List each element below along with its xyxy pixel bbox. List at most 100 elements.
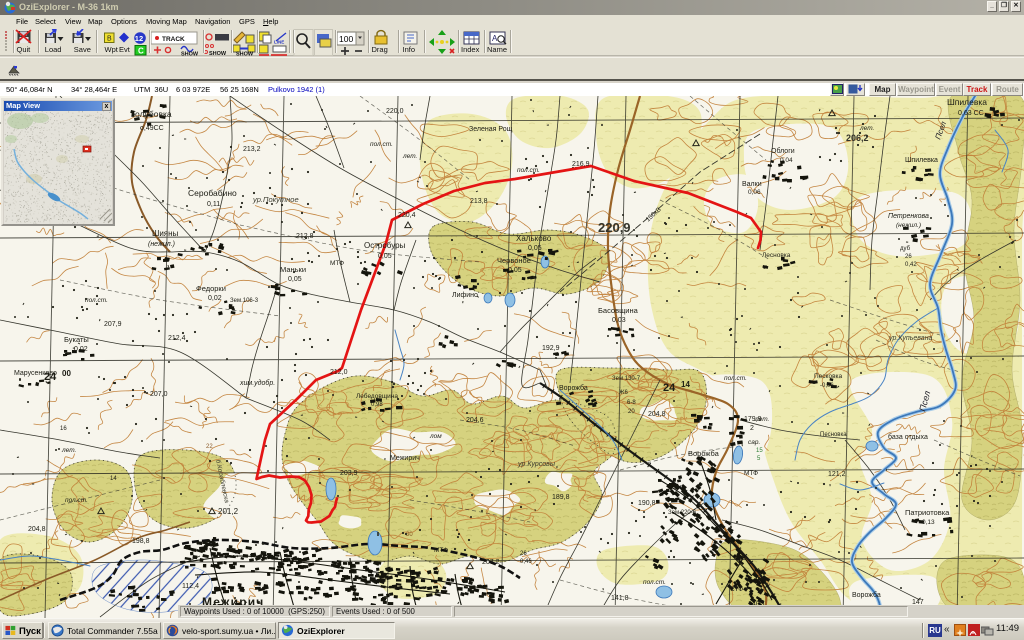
svg-text:26: 26	[520, 551, 527, 557]
svg-text:14: 14	[681, 380, 690, 389]
svg-text:207,0: 207,0	[150, 391, 168, 398]
svg-text:Облоги: Облоги	[771, 147, 795, 155]
svg-text:(нежил.): (нежил.)	[148, 241, 175, 248]
svg-text:212,4: 212,4	[168, 335, 186, 342]
svg-text:Шияны: Шияны	[152, 229, 179, 238]
svg-text:о,49СС: о,49СС	[140, 125, 164, 132]
svg-text:B: B	[107, 36, 112, 43]
svg-text:0,02: 0,02	[208, 295, 222, 302]
svg-text:Песковка: Песковка	[814, 373, 843, 380]
svg-text:15: 15	[756, 448, 763, 454]
svg-text:0,98: 0,98	[371, 402, 383, 408]
svg-text:Ворожба: Ворожба	[852, 591, 881, 599]
svg-text:0,05: 0,05	[378, 253, 392, 260]
svg-text:192,9: 192,9	[542, 345, 560, 352]
svg-text:207,2: 207,2	[482, 559, 500, 566]
svg-text:пол.ст.: пол.ст.	[517, 167, 540, 174]
svg-text:пол.ст.: пол.ст.	[65, 497, 88, 504]
svg-text:Межирич: Межирич	[390, 455, 420, 462]
svg-text:Ж6: Ж6	[619, 390, 629, 396]
svg-text:26: 26	[905, 254, 912, 260]
svg-text:МТФ: МТФ	[744, 470, 758, 477]
svg-text:Патриотовка: Патриотовка	[905, 508, 950, 517]
svg-text:220,9: 220,9	[598, 220, 631, 235]
svg-text:пол.ст.: пол.ст.	[643, 579, 666, 586]
svg-text:24: 24	[663, 382, 676, 394]
svg-text:22: 22	[206, 444, 213, 450]
svg-text:206,2: 206,2	[846, 133, 869, 143]
svg-text:база отдыха: база отдыха	[888, 433, 928, 441]
svg-text:220,4: 220,4	[398, 212, 416, 219]
svg-text:пол.ст.: пол.ст.	[724, 375, 747, 382]
svg-text:МТФ: МТФ	[330, 260, 344, 267]
svg-text:лет.: лет.	[754, 416, 770, 423]
svg-text:-0,06: -0,06	[820, 383, 834, 389]
svg-text:207,9: 207,9	[104, 321, 122, 328]
svg-text:212,0: 212,0	[330, 369, 348, 376]
svg-text:189,8: 189,8	[552, 494, 570, 501]
svg-text:204,8: 204,8	[648, 411, 666, 418]
svg-text:пол.ст.: пол.ст.	[370, 141, 393, 148]
svg-text:Лифино: Лифино	[452, 292, 478, 299]
svg-text:Ворожба: Ворожба	[688, 449, 720, 458]
svg-text:C: C	[138, 47, 144, 56]
svg-text:лет.: лет.	[61, 447, 77, 454]
svg-text:Серобабино: Серобабино	[188, 188, 237, 198]
svg-text:213,2: 213,2	[243, 146, 261, 153]
svg-text:ур.Покутное: ур.Покутное	[252, 195, 299, 204]
svg-text:14: 14	[110, 476, 117, 482]
svg-text:Маньки: Маньки	[280, 265, 306, 274]
svg-text:201,2: 201,2	[218, 507, 239, 516]
svg-text:лет.: лет.	[402, 153, 418, 160]
svg-text:TRACK: TRACK	[162, 36, 185, 43]
svg-text:112,4: 112,4	[182, 583, 199, 590]
svg-text:100: 100	[339, 34, 353, 44]
svg-text:(нежил.): (нежил.)	[896, 222, 921, 229]
svg-text:пол.ст.: пол.ст.	[85, 297, 108, 304]
svg-text:0,11: 0,11	[207, 201, 220, 208]
svg-text:Лесновка: Лесновка	[762, 252, 791, 259]
svg-text:216,9: 216,9	[572, 161, 590, 168]
svg-text:16: 16	[60, 426, 67, 432]
svg-text:0,05: 0,05	[528, 245, 542, 252]
svg-text:LINE: LINE	[274, 40, 284, 45]
svg-text:Шпилевка: Шпилевка	[905, 157, 938, 164]
svg-text:Зем.220-6: Зем.220-6	[668, 510, 697, 516]
svg-text:0,06: 0,06	[748, 189, 761, 196]
svg-text:12: 12	[135, 34, 143, 43]
svg-text:Лебедовщина: Лебедовщина	[356, 392, 398, 400]
svg-text:SHOW: SHOW	[209, 51, 227, 56]
svg-text:Хальково: Хальково	[516, 234, 552, 243]
svg-text:0,03: 0,03	[612, 317, 626, 324]
svg-text:0,63 СС: 0,63 СС	[958, 110, 984, 117]
svg-text:2: 2	[750, 425, 754, 432]
svg-text:20: 20	[628, 409, 635, 415]
svg-text:24: 24	[44, 371, 57, 383]
svg-text:МТФ: МТФ	[434, 547, 448, 554]
svg-text:0,42: 0,42	[905, 262, 917, 268]
svg-text:0,46: 0,46	[520, 559, 532, 565]
svg-text:0,05: 0,05	[288, 276, 302, 283]
svg-text:141,8: 141,8	[611, 595, 629, 602]
svg-text:6-8: 6-8	[627, 400, 636, 406]
svg-text:Остробуры: Остробуры	[364, 241, 406, 250]
svg-text:Букаты: Букаты	[64, 335, 89, 344]
svg-text:ур.Купьевана: ур.Купьевана	[888, 335, 933, 342]
svg-text:Зеленая Рощ: Зеленая Рощ	[469, 126, 513, 133]
svg-text:30: 30	[406, 532, 413, 538]
svg-text:0,02: 0,02	[74, 346, 88, 353]
svg-text:Басовщина: Басовщина	[598, 306, 639, 315]
svg-text:190,8: 190,8	[638, 500, 656, 507]
svg-text:00: 00	[62, 369, 71, 378]
svg-text:SHOW: SHOW	[181, 52, 199, 57]
svg-text:Шпилевка: Шпилевка	[947, 97, 987, 107]
svg-text:Зем.106-3: Зем.106-3	[230, 298, 259, 304]
svg-text:0,05: 0,05	[508, 267, 522, 274]
svg-text:204,6: 204,6	[466, 417, 484, 424]
svg-text:сар.: сар.	[748, 439, 760, 446]
svg-text:A: A	[492, 34, 498, 43]
svg-text:Валки: Валки	[742, 181, 762, 188]
svg-text:212,8: 212,8	[296, 233, 314, 240]
svg-text:121,2: 121,2	[828, 471, 846, 478]
svg-text:СТФ: СТФ	[730, 586, 743, 593]
